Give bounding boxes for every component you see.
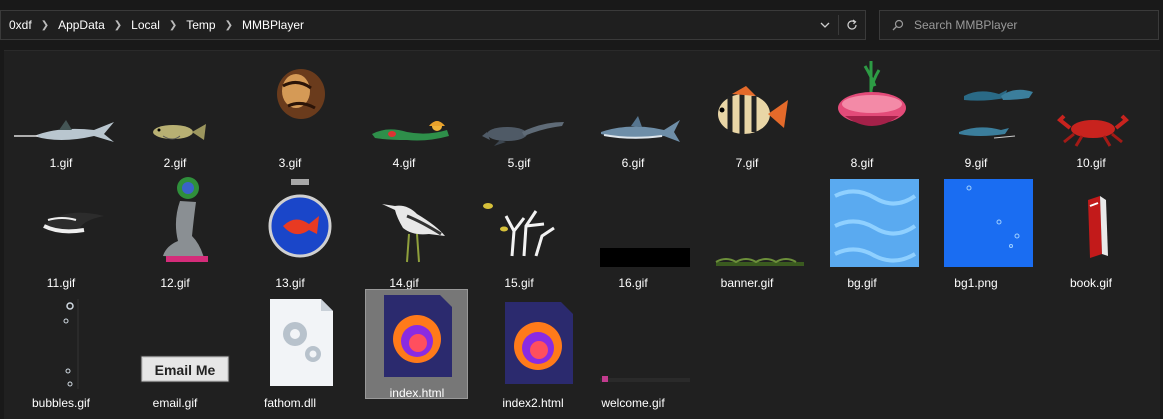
file-item[interactable]: 11.gif bbox=[4, 176, 118, 296]
file-name: 9.gif bbox=[964, 156, 988, 170]
file-item-selected[interactable]: index.html bbox=[365, 289, 468, 400]
book-thumbnail bbox=[1088, 196, 1108, 258]
file-name: bg.gif bbox=[847, 276, 877, 290]
file-item[interactable]: book.gif bbox=[1034, 176, 1148, 296]
fishbowl-thumbnail bbox=[268, 179, 332, 258]
search-icon bbox=[892, 19, 904, 31]
history-dropdown-button[interactable] bbox=[812, 11, 838, 39]
file-item[interactable]: Email Me email.gif bbox=[118, 296, 232, 416]
file-name: email.gif bbox=[152, 396, 198, 410]
email-button-text: Email Me bbox=[155, 362, 216, 378]
file-name: 8.gif bbox=[850, 156, 874, 170]
firefox-html-icon bbox=[505, 302, 573, 384]
banner-thumbnail bbox=[715, 258, 804, 266]
breadcrumb: 0xdf ❯ AppData ❯ Local ❯ Temp ❯ MMBPlaye… bbox=[1, 18, 812, 32]
chevron-right-icon[interactable]: ❯ bbox=[162, 20, 184, 31]
file-name: 7.gif bbox=[735, 156, 759, 170]
water-texture-thumbnail bbox=[830, 179, 919, 267]
refresh-button[interactable] bbox=[839, 11, 865, 39]
file-item[interactable]: fathom.dll bbox=[233, 296, 347, 416]
email-button-thumbnail: Email Me bbox=[140, 355, 230, 383]
file-list: 1.gif 2.gif 3.gif 4.gif 5.gif 6.gif 7.gi… bbox=[4, 50, 1160, 419]
mermaid-thumbnail bbox=[372, 121, 449, 141]
file-item[interactable]: 15.gif bbox=[462, 176, 576, 296]
file-item[interactable]: 12.gif bbox=[118, 176, 232, 296]
file-item[interactable]: 6.gif bbox=[576, 56, 690, 176]
firefox-html-icon bbox=[384, 295, 452, 377]
file-item[interactable]: banner.gif bbox=[690, 176, 804, 296]
breadcrumb-item-appdata[interactable]: AppData bbox=[56, 18, 107, 32]
file-item[interactable]: bg1.png bbox=[919, 176, 1033, 296]
chevron-right-icon[interactable]: ❯ bbox=[34, 20, 56, 31]
seal-ball-thumbnail bbox=[163, 177, 208, 262]
shark-thumbnail bbox=[601, 116, 680, 142]
file-name: 13.gif bbox=[275, 276, 305, 290]
crab-thumbnail bbox=[1057, 114, 1129, 147]
breadcrumb-item-mmbplayer[interactable]: MMBPlayer bbox=[240, 18, 306, 32]
title-bar: 0xdf ❯ AppData ❯ Local ❯ Temp ❯ MMBPlaye… bbox=[0, 0, 1163, 50]
breadcrumb-item-local[interactable]: Local bbox=[129, 18, 162, 32]
file-name: index.html bbox=[389, 386, 445, 400]
file-name: fathom.dll bbox=[263, 396, 317, 410]
bird-thumbnail bbox=[382, 204, 445, 263]
chevron-down-icon bbox=[820, 22, 830, 28]
file-item[interactable]: 8.gif bbox=[805, 56, 919, 176]
bubbles-thumbnail bbox=[63, 299, 79, 389]
file-name: 5.gif bbox=[507, 156, 531, 170]
file-item[interactable]: bg.gif bbox=[805, 176, 919, 296]
file-name: bg1.png bbox=[954, 276, 998, 290]
search-input[interactable]: Search MMBPlayer bbox=[914, 18, 1017, 32]
chevron-right-icon[interactable]: ❯ bbox=[107, 20, 129, 31]
search-box[interactable]: Search MMBPlayer bbox=[879, 10, 1159, 40]
striped-fish-thumbnail bbox=[718, 86, 788, 134]
breadcrumb-item-temp[interactable]: Temp bbox=[184, 18, 217, 32]
dll-gear-icon bbox=[270, 299, 333, 386]
clam-plant-thumbnail bbox=[838, 61, 906, 126]
file-item[interactable]: index2.html bbox=[476, 296, 590, 416]
file-item[interactable]: 2.gif bbox=[118, 56, 232, 176]
coral-thumbnail bbox=[483, 203, 555, 257]
file-name: banner.gif bbox=[720, 276, 774, 290]
welcome-thumbnail bbox=[600, 376, 690, 382]
file-item[interactable]: 13.gif bbox=[233, 176, 347, 296]
refresh-icon bbox=[847, 19, 857, 30]
file-name: book.gif bbox=[1069, 276, 1113, 290]
file-name: 6.gif bbox=[621, 156, 645, 170]
dolphins-thumbnail bbox=[959, 89, 1033, 139]
file-item[interactable]: 5.gif bbox=[462, 56, 576, 176]
black-bar-thumbnail bbox=[600, 248, 690, 267]
file-name: 14.gif bbox=[389, 276, 419, 290]
file-name: 3.gif bbox=[278, 156, 302, 170]
fish-thumbnail bbox=[153, 124, 206, 140]
chevron-right-icon[interactable]: ❯ bbox=[218, 20, 240, 31]
manta-ray-thumbnail bbox=[43, 212, 104, 234]
file-item[interactable]: 16.gif bbox=[576, 176, 690, 296]
file-item[interactable]: 3.gif bbox=[233, 56, 347, 176]
file-item[interactable]: 7.gif bbox=[690, 56, 804, 176]
shell-thumbnail bbox=[255, 62, 325, 132]
file-item[interactable]: 4.gif bbox=[347, 56, 461, 176]
file-item[interactable]: welcome.gif bbox=[576, 296, 690, 416]
blue-bubbles-thumbnail bbox=[944, 179, 1033, 267]
file-name: 11.gif bbox=[46, 276, 76, 290]
file-name: index2.html bbox=[502, 396, 564, 410]
file-name: 16.gif bbox=[618, 276, 648, 290]
breadcrumb-item-0xdf[interactable]: 0xdf bbox=[7, 18, 34, 32]
file-name: bubbles.gif bbox=[31, 396, 91, 410]
file-name: 2.gif bbox=[163, 156, 187, 170]
file-item[interactable]: 14.gif bbox=[347, 176, 461, 296]
address-bar[interactable]: 0xdf ❯ AppData ❯ Local ❯ Temp ❯ MMBPlaye… bbox=[0, 10, 866, 40]
file-item[interactable]: 9.gif bbox=[919, 56, 1033, 176]
file-name: 1.gif bbox=[49, 156, 73, 170]
file-item[interactable]: bubbles.gif bbox=[4, 296, 118, 416]
file-name: 15.gif bbox=[504, 276, 534, 290]
file-item[interactable]: 1.gif bbox=[4, 56, 118, 176]
file-name: 10.gif bbox=[1076, 156, 1106, 170]
file-name: 4.gif bbox=[392, 156, 416, 170]
swordfish-thumbnail bbox=[14, 120, 114, 142]
file-item[interactable]: 10.gif bbox=[1034, 56, 1148, 176]
file-name: welcome.gif bbox=[601, 396, 665, 410]
plesiosaur-thumbnail bbox=[482, 122, 564, 146]
file-name: 12.gif bbox=[160, 276, 190, 290]
